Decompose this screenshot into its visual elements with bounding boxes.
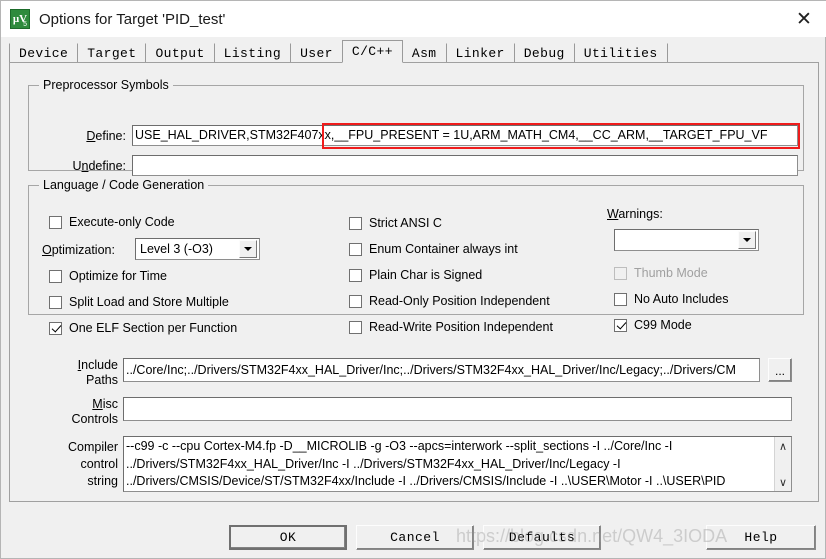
checkbox-no-auto-includes[interactable]: No Auto Includes <box>614 292 729 306</box>
optimization-value: Level 3 (-O3) <box>140 242 213 256</box>
preprocessor-symbols-legend: Preprocessor Symbols <box>39 78 173 92</box>
checkbox-box <box>349 242 362 256</box>
checkbox-label: One ELF Section per Function <box>69 321 238 335</box>
checkbox-box <box>49 321 62 335</box>
checkbox-label: Execute-only Code <box>69 215 175 229</box>
tab-user[interactable]: User <box>290 43 343 63</box>
checkbox-plain-char-is-signed[interactable]: Plain Char is Signed <box>349 268 482 282</box>
checkbox-label: C99 Mode <box>634 318 692 332</box>
define-label: Define: <box>86 129 126 143</box>
checkbox-label: Read-Only Position Independent <box>369 294 550 308</box>
language-code-generation-legend: Language / Code Generation <box>39 178 209 192</box>
compiler-scrollbar[interactable]: ∧ ∨ <box>774 437 791 491</box>
chevron-down-icon[interactable] <box>239 240 257 258</box>
include-paths-label: Include Paths <box>77 358 118 387</box>
checkbox-label: No Auto Includes <box>634 292 729 306</box>
defaults-button[interactable]: Defaults <box>483 525 601 550</box>
checkbox-label: Read-Write Position Independent <box>369 320 553 334</box>
tab-strip: Device Target Output Listing User C/C++ … <box>9 40 819 63</box>
compiler-control-string-box: --c99 -c --cpu Cortex-M4.fp -D__MICROLIB… <box>123 436 792 492</box>
include-paths-input[interactable]: ../Core/Inc;../Drivers/STM32F4xx_HAL_Dri… <box>123 358 760 382</box>
window-title: Options for Target 'PID_test' <box>39 10 226 28</box>
checkbox-box <box>614 266 627 280</box>
help-button[interactable]: Help <box>706 525 816 550</box>
checkbox-label: Optimize for Time <box>69 269 167 283</box>
tab-utilities[interactable]: Utilities <box>573 43 668 63</box>
misc-controls-label: Misc Controls <box>71 397 118 426</box>
define-input[interactable]: USE_HAL_DRIVER,STM32F407xx,__FPU_PRESENT… <box>132 125 798 146</box>
checkbox-c99-mode[interactable]: C99 Mode <box>614 318 692 332</box>
checkbox-enum-container-always-int[interactable]: Enum Container always int <box>349 242 518 256</box>
checkbox-label: Enum Container always int <box>369 242 518 256</box>
checkbox-one-elf-section-per-function[interactable]: One ELF Section per Function <box>49 321 237 335</box>
checkbox-box <box>49 295 62 309</box>
tab-target[interactable]: Target <box>77 43 147 63</box>
tab-output[interactable]: Output <box>145 43 215 63</box>
undefine-input[interactable] <box>132 155 798 176</box>
tab-linker[interactable]: Linker <box>445 43 515 63</box>
c-cpp-tab-panel: Preprocessor Symbols Define: USE_HAL_DRI… <box>9 62 819 502</box>
checkbox-box <box>614 292 627 306</box>
dialog-button-bar: OK Cancel Defaults Help <box>1 509 826 559</box>
scroll-up-icon[interactable]: ∧ <box>776 439 791 453</box>
misc-controls-input[interactable] <box>123 397 792 421</box>
tab-asm[interactable]: Asm <box>401 43 447 63</box>
checkbox-box <box>349 268 362 282</box>
optimization-combo[interactable]: Level 3 (-O3) <box>135 238 260 260</box>
tab-device[interactable]: Device <box>9 43 79 63</box>
checkbox-box <box>614 318 627 332</box>
checkbox-box <box>349 294 362 308</box>
tab-debug[interactable]: Debug <box>513 43 575 63</box>
checkbox-thumb-mode: Thumb Mode <box>614 266 708 280</box>
checkbox-label: Thumb Mode <box>634 266 708 280</box>
checkbox-split-load-and-store-multiple[interactable]: Split Load and Store Multiple <box>49 295 229 309</box>
checkbox-label: Strict ANSI C <box>369 216 442 230</box>
warnings-combo[interactable] <box>614 229 759 251</box>
compiler-control-string-label: Compiler control string <box>67 440 118 488</box>
title-bar: µV 5 Options for Target 'PID_test' ✕ <box>1 1 826 37</box>
checkbox-box <box>49 215 62 229</box>
checkbox-label: Split Load and Store Multiple <box>69 295 229 309</box>
close-icon[interactable]: ✕ <box>781 1 826 36</box>
cancel-button[interactable]: Cancel <box>356 525 474 550</box>
checkbox-box <box>349 216 362 230</box>
checkbox-label: Plain Char is Signed <box>369 268 483 282</box>
checkbox-optimize-for-time[interactable]: Optimize for Time <box>49 269 167 283</box>
scroll-down-icon[interactable]: ∨ <box>776 475 791 489</box>
warnings-label: Warnings: <box>607 207 663 221</box>
checkbox-read-only-position-independent[interactable]: Read-Only Position Independent <box>349 294 550 308</box>
checkbox-box <box>49 269 62 283</box>
checkbox-execute-only-code[interactable]: Execute-only Code <box>49 215 175 229</box>
checkbox-box <box>349 320 362 334</box>
checkbox-strict-ansi-c[interactable]: Strict ANSI C <box>349 216 442 230</box>
optimization-label: Optimization: <box>42 243 115 257</box>
checkbox-read-write-position-independent[interactable]: Read-Write Position Independent <box>349 320 553 334</box>
undefine-label: Undefine: <box>72 159 126 173</box>
compiler-control-string-text[interactable]: --c99 -c --cpu Cortex-M4.fp -D__MICROLIB… <box>124 437 774 491</box>
chevron-down-icon[interactable] <box>738 231 756 249</box>
options-for-target-dialog: µV 5 Options for Target 'PID_test' ✕ Devi… <box>0 0 826 559</box>
tab-c-cpp[interactable]: C/C++ <box>341 40 403 63</box>
include-paths-browse-button[interactable]: ... <box>768 358 792 382</box>
tab-listing[interactable]: Listing <box>213 43 292 63</box>
uvision-icon: µV 5 <box>10 9 30 29</box>
ok-button[interactable]: OK <box>229 525 347 550</box>
